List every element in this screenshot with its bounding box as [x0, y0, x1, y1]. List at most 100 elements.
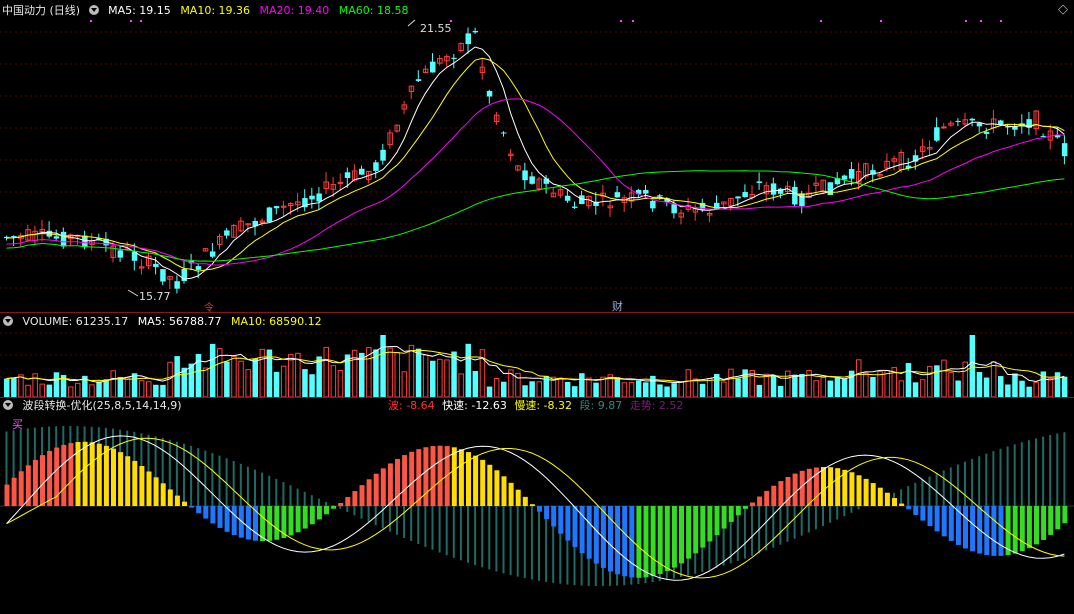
fast-value: 快速: -12.63 — [442, 399, 507, 412]
candle-body — [529, 176, 535, 184]
wave-bar — [125, 456, 131, 506]
volume-panel[interactable]: VOLUME: 61235.17 MA5: 56788.77 MA10: 685… — [0, 313, 1074, 398]
wave-bar — [153, 477, 159, 506]
dropdown-icon[interactable] — [3, 400, 13, 410]
volume-bar — [955, 380, 961, 397]
wave-bar — [1034, 506, 1039, 545]
wave-bar — [515, 489, 521, 506]
wave-bar — [970, 506, 976, 552]
candle-body — [934, 127, 940, 141]
candle-body — [266, 207, 273, 222]
wave-bar — [61, 444, 67, 506]
wave-bar — [231, 506, 237, 536]
wave-bar — [423, 447, 429, 506]
wave-bar — [494, 470, 500, 506]
wave-bar — [146, 471, 152, 506]
wave-bar — [608, 506, 613, 572]
volume-bar — [89, 384, 95, 398]
indicator-panel[interactable]: 波段转换-优化(25,8,5,14,14,9) 波: -8.64 快速: -12… — [0, 398, 1074, 614]
wave-bar — [984, 506, 990, 556]
diamond-icon[interactable]: ◇ — [1058, 2, 1068, 17]
signal-dot — [1000, 20, 1002, 22]
wave-bar — [750, 502, 755, 506]
signal-dot — [980, 20, 982, 22]
wave-bar — [948, 506, 954, 541]
wave-bar — [714, 506, 720, 536]
wave-bar — [473, 455, 479, 506]
volume-bar — [309, 374, 315, 397]
volume-bar — [614, 377, 621, 397]
wave-bar — [679, 506, 684, 564]
volume-bar — [706, 377, 713, 398]
volume-bar — [245, 369, 251, 398]
volume-ma10: MA10: 68590.12 — [230, 315, 322, 328]
wave-bar — [40, 455, 45, 506]
wave-bar — [899, 503, 905, 506]
candle-body — [160, 269, 166, 282]
high-pointer — [407, 19, 416, 27]
candle-body — [472, 30, 479, 33]
candle-body — [209, 251, 216, 257]
wave-bar — [700, 506, 706, 548]
volume-bar — [422, 354, 429, 398]
wave-bar — [487, 464, 493, 506]
volume-bar — [948, 372, 954, 398]
candle-body — [770, 183, 777, 195]
candle-body — [983, 131, 990, 134]
candle-body — [174, 281, 180, 289]
volume-bar — [628, 382, 635, 398]
wave-bar — [89, 442, 95, 506]
wave-bar — [913, 506, 919, 515]
wave-bar — [991, 506, 997, 556]
signal-dot — [820, 20, 822, 22]
volume-bar — [39, 383, 45, 398]
dropdown-icon[interactable] — [88, 5, 99, 15]
dropdown-icon[interactable] — [3, 316, 13, 326]
candle-body — [998, 120, 1004, 125]
ma60-line — [6, 170, 1065, 262]
volume-bar — [976, 371, 983, 397]
candle-body — [735, 196, 741, 199]
volume-bar — [848, 370, 855, 397]
candle-body — [955, 120, 961, 122]
volume-bar — [877, 371, 883, 398]
wave-bar — [118, 452, 124, 506]
wave-bar — [870, 483, 876, 506]
wave-bar — [458, 449, 464, 506]
wave-bar — [32, 459, 38, 506]
wave-bar — [210, 506, 216, 524]
candle-body — [224, 230, 230, 236]
signal-dot — [880, 20, 882, 22]
volume-bar — [96, 381, 102, 397]
candle-body — [848, 169, 855, 179]
candlestick-chart[interactable] — [0, 0, 1074, 313]
wave-bar — [572, 506, 578, 548]
wave-bar — [238, 506, 244, 538]
price-panel[interactable]: 中国动力 (日线) MA5: 19.15 MA10: 19.36 MA20: 1… — [0, 0, 1074, 314]
candle-body — [643, 190, 649, 194]
candle-body — [1012, 126, 1018, 130]
wave-bar — [927, 506, 933, 527]
wave-bar — [352, 491, 358, 506]
candle-body — [430, 61, 436, 73]
volume-bar — [401, 371, 408, 398]
volume-bar — [635, 380, 642, 397]
volume-bar — [238, 360, 244, 398]
indicator-chart[interactable] — [0, 398, 1074, 614]
volume-bar — [699, 383, 706, 397]
wave-bar — [537, 506, 542, 512]
wave-bar — [324, 506, 329, 515]
volume-bar — [593, 382, 599, 397]
wave-bar — [735, 506, 741, 516]
volume-bar — [927, 365, 933, 398]
wave-bar — [1062, 506, 1068, 524]
volume-bar — [536, 381, 542, 398]
volume-bar — [1033, 381, 1039, 398]
volume-bar — [934, 365, 940, 397]
volume-bar — [501, 381, 507, 397]
candle-body — [572, 206, 578, 208]
volume-bar — [4, 378, 10, 397]
wave-bar — [359, 485, 365, 506]
volume-bar — [479, 349, 486, 398]
volume-bar — [884, 370, 890, 398]
